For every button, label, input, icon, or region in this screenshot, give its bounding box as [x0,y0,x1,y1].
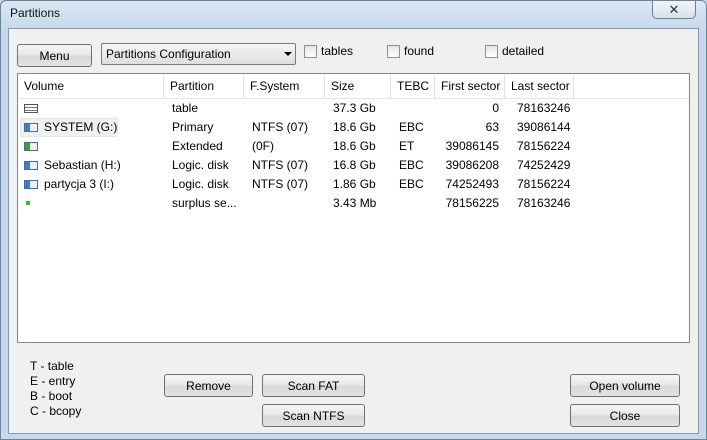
cell-first-sector: 39086208 [445,158,499,172]
detailed-checkbox-box[interactable] [485,44,498,58]
cell-partition: Logic. disk [172,177,229,191]
column-header-size[interactable]: Size [325,74,391,98]
table-row[interactable]: table 37.3 Gb 0 78163246 [18,99,689,118]
cell-last-sector: 78163246 [517,101,571,115]
partitions-window: Partitions ✕ Menu Partitions Configurati… [0,0,707,440]
cell-size: 1.86 Gb [333,177,376,191]
cell-last-sector: 78163246 [517,196,571,210]
cell-volume: partycja 3 (I:) [44,177,115,191]
table-row[interactable]: partycja 3 (I:) Logic. disk NTFS (07) 1.… [18,175,689,194]
cell-tebc: EBC [399,120,424,134]
window-title: Partitions [10,6,61,20]
drive-blue-icon [24,123,38,132]
legend-entry: E - entry [30,374,76,388]
found-checkbox[interactable]: found [387,44,434,58]
column-header-partition[interactable]: Partition [164,74,244,98]
partitions-list[interactable]: Volume Partition F.System Size TEBC Firs… [17,73,690,343]
cell-size: 18.6 Gb [333,139,376,153]
cell-size: 3.43 Mb [333,196,377,210]
cell-filesystem: NTFS (07) [252,158,309,172]
table-row[interactable]: surplus se... 3.43 Mb 78156225 78163246 [18,194,689,213]
legend-bcopy: C - bcopy [30,404,82,418]
view-select[interactable]: Partitions Configuration [101,43,296,65]
cell-size: 18.6 Gb [333,120,376,134]
found-checkbox-label: found [404,44,435,58]
table-row[interactable]: Extended (0F) 18.6 Gb ET 39086145 781562… [18,137,689,156]
scan-ntfs-button[interactable]: Scan NTFS [262,404,365,427]
cell-last-sector: 78156224 [517,139,571,153]
cell-volume: Sebastian (H:) [44,158,121,172]
cell-volume: SYSTEM (G:) [44,120,118,134]
legend-table: T - table [30,359,74,373]
cell-last-sector: 39086144 [517,120,571,134]
cell-tebc: EBC [399,177,424,191]
cell-partition: table [172,101,199,115]
list-header: Volume Partition F.System Size TEBC Firs… [18,74,689,99]
found-checkbox-box[interactable] [387,44,400,58]
cell-size: 16.8 Gb [333,158,376,172]
column-header-first-sector[interactable]: First sector [435,74,505,98]
drive-green-icon [24,142,38,151]
free-space-icon [26,201,30,205]
cell-partition: Primary [172,120,214,134]
table-row[interactable]: SYSTEM (G:) Primary NTFS (07) 18.6 Gb EB… [18,118,689,137]
cell-first-sector: 39086145 [445,139,499,153]
cell-tebc: ET [399,139,415,153]
view-select-value: Partitions Configuration [106,47,231,61]
cell-first-sector: 78156225 [445,196,499,210]
cell-last-sector: 78156224 [517,177,571,191]
remove-button[interactable]: Remove [164,374,253,397]
dialog-body: Menu Partitions Configuration tables fou… [8,28,699,434]
legend-boot: B - boot [30,389,73,403]
detailed-checkbox[interactable]: detailed [485,44,544,58]
chevron-down-icon [284,52,292,56]
cell-partition: Extended [172,139,223,153]
detailed-checkbox-label: detailed [502,44,545,58]
cell-tebc: EBC [399,158,424,172]
cell-size: 37.3 Gb [333,101,376,115]
drive-blue-icon [24,161,38,170]
cell-first-sector: 63 [485,120,499,134]
cell-partition: surplus se... [172,196,237,210]
cell-filesystem: (0F) [252,139,274,153]
tables-checkbox[interactable]: tables [304,44,353,58]
drive-blue-icon [24,180,38,189]
table-row[interactable]: Sebastian (H:) Logic. disk NTFS (07) 16.… [18,156,689,175]
window-close-button[interactable]: ✕ [652,1,696,19]
cell-last-sector: 74252429 [517,158,571,172]
menu-button[interactable]: Menu [17,44,92,67]
open-volume-button[interactable]: Open volume [570,374,680,397]
cell-partition: Logic. disk [172,158,229,172]
close-button[interactable]: Close [570,404,680,427]
column-header-volume[interactable]: Volume [18,74,164,98]
column-header-filesystem[interactable]: F.System [244,74,325,98]
column-header-last-sector[interactable]: Last sector [505,74,574,98]
cell-filesystem: NTFS (07) [252,177,309,191]
column-header-tebc[interactable]: TEBC [391,74,435,98]
cell-filesystem: NTFS (07) [252,120,309,134]
cell-first-sector: 0 [492,101,499,115]
tables-checkbox-label: tables [321,44,354,58]
tables-checkbox-box[interactable] [304,44,317,58]
close-icon: ✕ [668,1,680,17]
table-icon [24,104,38,113]
cell-first-sector: 74252493 [445,177,499,191]
scan-fat-button[interactable]: Scan FAT [262,374,365,397]
